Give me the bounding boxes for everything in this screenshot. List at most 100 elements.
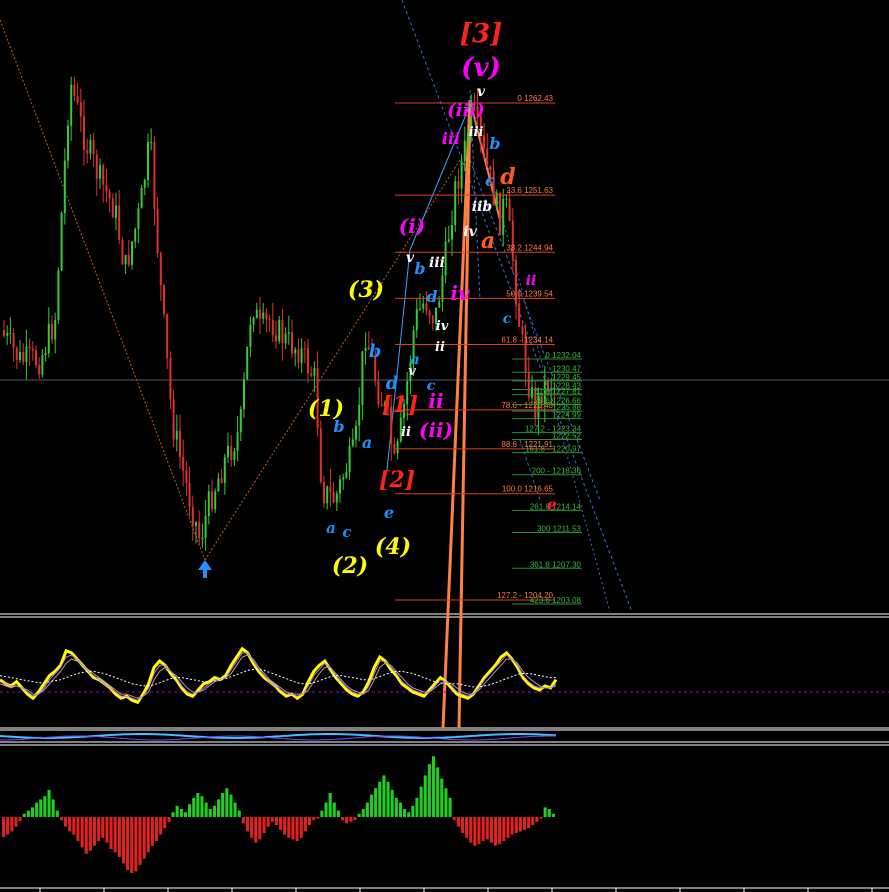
candle-up xyxy=(361,351,364,405)
candle-up xyxy=(454,181,457,225)
candle-down xyxy=(511,220,514,260)
wave-label: (iii) xyxy=(447,100,485,121)
candle-down xyxy=(307,348,309,374)
candle-up xyxy=(339,479,341,494)
histogram-bar xyxy=(10,817,14,832)
candle-up xyxy=(278,319,281,342)
histogram-bar xyxy=(59,817,63,821)
histogram-bar xyxy=(229,794,233,817)
histogram-bar xyxy=(72,817,76,835)
candle-up xyxy=(19,352,21,360)
wave-label: ii xyxy=(526,273,537,289)
candle-down xyxy=(182,456,185,471)
histogram-bar xyxy=(374,788,378,817)
histogram-bar xyxy=(233,802,237,817)
histogram-bar xyxy=(237,810,241,817)
candle-down xyxy=(51,323,53,340)
histogram-bar xyxy=(39,799,43,817)
histogram-bar xyxy=(30,807,34,817)
candle-down xyxy=(518,303,521,327)
candle-up xyxy=(239,408,242,433)
candle-up xyxy=(243,379,245,409)
histogram-bar xyxy=(200,796,204,817)
histogram-bar xyxy=(312,817,316,821)
candle-up xyxy=(227,445,229,458)
wave-label: d xyxy=(500,164,515,190)
histogram-bar xyxy=(150,817,154,846)
wave-label: (2) xyxy=(332,553,368,579)
histogram-bar xyxy=(241,817,245,824)
candle-up xyxy=(54,319,57,340)
wave-label: b xyxy=(489,134,500,153)
histogram-bar xyxy=(295,817,299,841)
histogram-bar xyxy=(427,764,431,817)
histogram-bar xyxy=(527,817,531,829)
wave-label: a xyxy=(326,519,336,537)
chart-canvas[interactable]: 0 1262.4323.6 1251.6338.2 1244.9450.0 12… xyxy=(0,0,889,892)
histogram-bar xyxy=(332,802,336,817)
histogram-bar xyxy=(547,809,551,817)
candle-up xyxy=(335,493,338,503)
histogram-bar xyxy=(473,817,477,846)
candle-up xyxy=(143,180,146,188)
fib-level-label: 0 1232.04 xyxy=(545,351,581,360)
fib-level-label: 200 - 1218.36 xyxy=(532,467,582,476)
candle-up xyxy=(284,333,287,344)
histogram-bar xyxy=(163,817,167,829)
wave-label: iii xyxy=(469,125,484,140)
histogram-bar xyxy=(279,817,283,830)
candle-up xyxy=(438,301,441,308)
fib-level-label: 361.8 1207.30 xyxy=(530,560,582,569)
candle-down xyxy=(230,445,233,460)
histogram-bar xyxy=(514,817,518,833)
histogram-bar xyxy=(43,796,47,817)
candle-up xyxy=(246,346,249,380)
histogram-bar xyxy=(411,805,415,817)
histogram-bar xyxy=(138,817,142,865)
histogram-bar xyxy=(398,802,402,817)
candle-up xyxy=(531,387,533,398)
candle-down xyxy=(127,255,130,265)
histogram-bar xyxy=(440,778,444,817)
wave-label: (i) xyxy=(399,214,426,238)
candle-up xyxy=(252,318,255,325)
histogram-bar xyxy=(192,797,196,817)
candle-up xyxy=(441,275,444,302)
histogram-bar xyxy=(303,817,307,832)
candle-up xyxy=(505,198,508,200)
candle-down xyxy=(31,348,34,351)
histogram-bar xyxy=(2,817,6,837)
histogram-bar xyxy=(26,810,30,817)
wave-label: c xyxy=(342,523,351,541)
candle-down xyxy=(108,191,111,199)
histogram-bar xyxy=(68,817,72,832)
histogram-bar xyxy=(250,817,254,838)
histogram-bar xyxy=(97,817,101,841)
histogram-bar xyxy=(403,809,407,817)
histogram-bar xyxy=(460,817,464,833)
histogram-bar xyxy=(109,817,113,849)
histogram-bar xyxy=(349,817,353,822)
candle-up xyxy=(236,432,239,452)
histogram-bar xyxy=(510,817,514,835)
candle-up xyxy=(124,255,127,265)
candle-up xyxy=(451,224,453,240)
histogram-bar xyxy=(159,817,163,835)
candle-up xyxy=(447,239,450,242)
candle-up xyxy=(419,308,421,310)
histogram-bar xyxy=(465,817,469,838)
candle-up xyxy=(495,192,498,206)
candle-down xyxy=(220,478,223,483)
candle-down xyxy=(169,358,172,400)
histogram-bar xyxy=(175,805,179,817)
histogram-bar xyxy=(531,817,535,825)
histogram-bar xyxy=(18,817,22,821)
candle-up xyxy=(348,445,351,473)
channel-line-upper xyxy=(401,0,633,613)
histogram-bar xyxy=(64,817,68,827)
histogram-bar xyxy=(365,802,369,817)
histogram-bar xyxy=(345,817,349,824)
histogram-bar xyxy=(88,817,92,851)
wave-label: a xyxy=(362,433,372,452)
wave-label: [3] xyxy=(460,19,503,49)
